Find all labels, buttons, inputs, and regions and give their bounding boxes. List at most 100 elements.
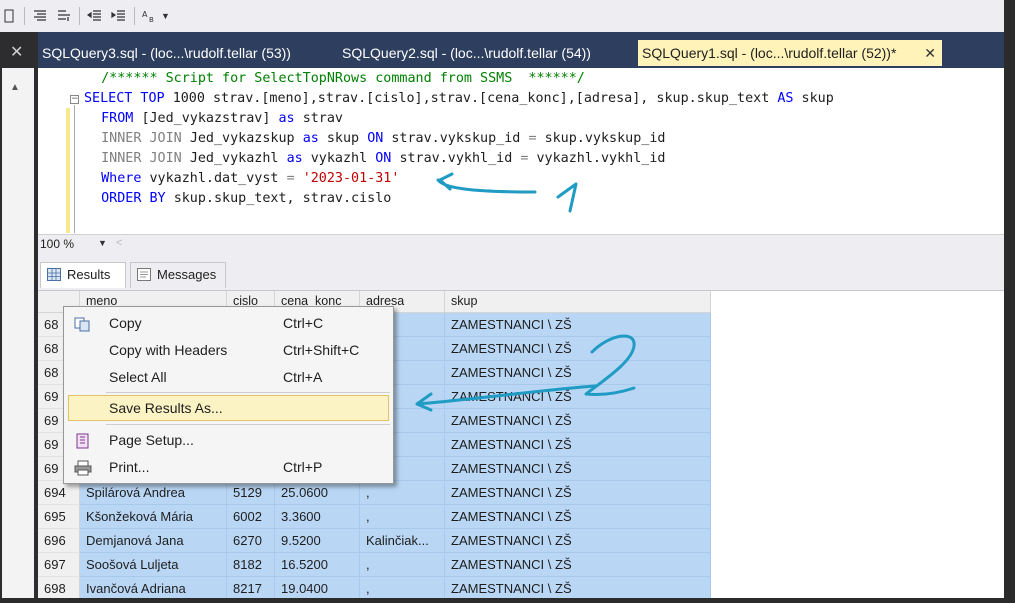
code-token: = [286,171,303,186]
menu-item-label: Copy [109,315,142,331]
font-size-icon[interactable]: AB [141,7,159,25]
code-line[interactable]: ORDER BY skup.skup_text, strav.cislo [85,190,391,208]
code-line[interactable]: /****** Script for SelectTopNRows comman… [85,70,585,88]
grid-cell[interactable]: ZAMESTNANCI \ ZŠ [445,457,711,481]
object-explorer-pane: ▲ [2,68,34,598]
row-number[interactable]: 694 [38,481,80,505]
grid-cell[interactable]: 5129 [227,481,275,505]
code-line[interactable]: FROM [Jed_vykazstrav] as strav [85,110,343,128]
grid-cell[interactable]: , [360,553,445,577]
menu-item-copy-with-headers[interactable]: Copy with Headers Ctrl+Shift+C [64,338,393,364]
code-token: as [302,131,327,146]
code-token: vykazhl [310,151,376,166]
grid-cell[interactable]: Spilárová Andrea [80,481,227,505]
document-icon[interactable] [0,7,18,25]
messages-icon [137,268,151,281]
grid-cell[interactable]: 6270 [227,529,275,553]
grid-cell[interactable]: ZAMESTNANCI \ ZŠ [445,553,711,577]
row-number[interactable]: 695 [38,505,80,529]
grid-cell[interactable]: 3.3600 [275,505,360,529]
grid-cell[interactable]: ZAMESTNANCI \ ZŠ [445,337,711,361]
code-line[interactable]: INNER JOIN Jed_vykazhl as vykazhl ON str… [85,150,666,168]
toolbar-separator [79,7,80,25]
code-token: skup.skup_text, strav.cislo [173,191,392,206]
grid-cell[interactable]: ZAMESTNANCI \ ZŠ [445,433,711,457]
tab-sqlquery2[interactable]: SQLQuery2.sql - (loc...\rudolf.tellar (5… [338,40,634,66]
code-token: ORDER BY [101,191,174,206]
collapse-icon[interactable]: − [70,95,79,104]
toolbar-separator [134,7,135,25]
indent-decrease-icon[interactable] [86,7,104,25]
align-icon[interactable] [31,7,49,25]
code-line[interactable]: Where vykazhl.dat_vyst = '2023-01-31' [85,170,399,188]
code-token: INNER JOIN [101,151,190,166]
tab-label: Results [67,267,111,282]
code-token: skup [801,91,834,106]
chevron-down-icon[interactable]: ▼ [161,11,170,21]
grid-cell[interactable]: Kalinčiak... [360,529,445,553]
grid-cell[interactable]: 8182 [227,553,275,577]
grid-cell[interactable]: 16.5200 [275,553,360,577]
wrap-icon[interactable] [55,7,73,25]
code-token: as [278,111,303,126]
scroll-left-icon[interactable]: < [116,237,122,249]
code-token: vykazhl.vykhl_id [536,151,666,166]
grid-cell[interactable]: ZAMESTNANCI \ ZŠ [445,361,711,385]
menu-item-label: Select All [109,369,167,385]
menu-item-label: Print... [109,459,150,475]
menu-item-copy[interactable]: Copy Ctrl+C [64,311,393,337]
grid-cell[interactable]: ZAMESTNANCI \ ZŠ [445,481,711,505]
grid-cell[interactable]: 25.0600 [275,481,360,505]
menu-item-save-results-as[interactable]: Save Results As... [68,395,389,421]
grid-cell[interactable]: 9.5200 [275,529,360,553]
chevron-down-icon[interactable]: ▼ [98,238,107,248]
window-edge [0,598,1015,603]
menu-item-select-all[interactable]: Select All Ctrl+A [64,365,393,391]
zoom-level[interactable]: 100 % [40,237,74,251]
tab-label: SQLQuery1.sql - (loc...\rudolf.tellar (5… [642,45,897,61]
grid-cell[interactable]: ZAMESTNANCI \ ZŠ [445,505,711,529]
tab-messages[interactable]: Messages [130,262,226,288]
menu-item-page-setup[interactable]: Page Setup... [64,428,393,454]
indent-increase-icon[interactable] [110,7,128,25]
results-tabs: Results Messages [38,254,1004,290]
close-icon[interactable]: ✕ [10,42,23,62]
tab-sqlquery1[interactable]: SQLQuery1.sql - (loc...\rudolf.tellar (5… [638,40,942,66]
code-token: Jed_vykazskup [189,131,303,146]
chevron-up-icon[interactable]: ▲ [10,82,20,93]
code-line[interactable]: INNER JOIN Jed_vykazskup as skup ON stra… [85,130,666,148]
page-setup-icon [74,433,92,449]
window-edge [1004,32,1015,603]
tab-sqlquery3[interactable]: SQLQuery3.sql - (loc...\rudolf.tellar (5… [38,40,334,66]
code-token: = [528,131,545,146]
code-line[interactable]: SELECT TOP 1000 strav.[meno],strav.[cisl… [84,90,834,108]
menu-item-print[interactable]: Print... Ctrl+P [64,455,393,481]
code-token: [Jed_vykazstrav] [141,111,279,126]
copy-icon [74,316,92,332]
grid-cell[interactable]: , [360,505,445,529]
svg-text:B: B [149,16,154,23]
grid-cell[interactable]: Demjanová Jana [80,529,227,553]
code-token: Where [101,171,150,186]
code-token: = [520,151,537,166]
left-panel-strip: ✕ ▲ [0,32,38,603]
tab-close-icon[interactable]: ✕ [924,40,936,66]
grid-cell[interactable]: Soošová Luljeta [80,553,227,577]
query-editor[interactable]: − /****** Script for SelectTopNRows comm… [38,68,1004,234]
row-number[interactable]: 696 [38,529,80,553]
grid-cell[interactable]: ZAMESTNANCI \ ZŠ [445,385,711,409]
row-number[interactable]: 697 [38,553,80,577]
grid-cell[interactable]: ZAMESTNANCI \ ZŠ [445,529,711,553]
code-token: Jed_vykazhl [189,151,287,166]
tab-label: SQLQuery3.sql - (loc...\rudolf.tellar (5… [42,45,291,61]
grid-cell[interactable]: , [360,481,445,505]
grid-cell[interactable]: ZAMESTNANCI \ ZŠ [445,409,711,433]
grid-cell[interactable]: ZAMESTNANCI \ ZŠ [445,313,711,337]
printer-icon [74,460,92,476]
grid-cell[interactable]: 6002 [227,505,275,529]
code-token: skup.vykskup_id [544,131,666,146]
tab-results[interactable]: Results [40,262,126,288]
grid-cell[interactable]: Kšonžeková Mária [80,505,227,529]
column-header[interactable]: skup [445,291,711,313]
toolbar-edge [1004,0,1015,32]
